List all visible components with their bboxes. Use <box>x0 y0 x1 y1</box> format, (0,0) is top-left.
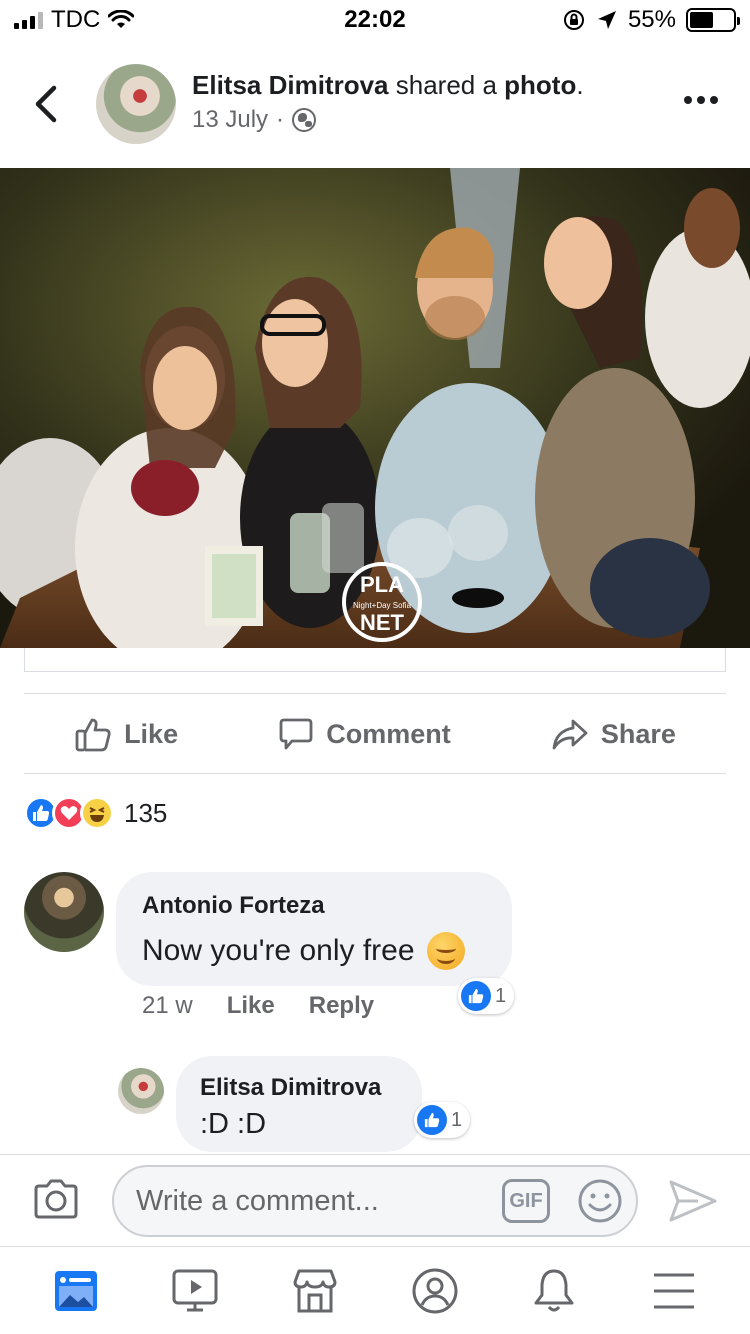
comment-input[interactable] <box>136 1167 496 1235</box>
status-bar: TDC 22:02 55% <box>0 0 750 40</box>
tab-menu[interactable] <box>644 1261 704 1321</box>
divider-bottom <box>24 773 726 774</box>
orientation-lock-icon <box>563 10 584 30</box>
post-title-punct: . <box>576 70 584 100</box>
svg-text:PLA: PLA <box>360 572 404 597</box>
notifications-icon <box>534 1269 574 1311</box>
smiling-face-icon <box>426 932 465 970</box>
post-actions-bar: Like Comment Share <box>24 694 726 774</box>
news-feed-icon <box>54 1270 97 1311</box>
tab-news-feed[interactable] <box>46 1261 106 1321</box>
post-date[interactable]: 13 July <box>192 106 268 134</box>
reply-author-avatar[interactable] <box>118 1068 164 1114</box>
emoji-icon[interactable] <box>576 1177 624 1225</box>
back-button[interactable] <box>30 84 64 124</box>
comment-author[interactable]: Antonio Forteza <box>142 892 325 920</box>
location-arrow-icon <box>597 11 616 29</box>
bottom-tab-bar <box>0 1246 750 1334</box>
watch-icon <box>172 1269 218 1311</box>
post-photo[interactable]: PLA Night+Day Sofia NET <box>0 168 750 648</box>
battery-percent: 55% <box>627 6 676 33</box>
post-title: Elitsa Dimitrova shared a photo. <box>192 70 584 101</box>
tab-watch[interactable] <box>165 1261 225 1321</box>
globe-icon <box>292 108 317 132</box>
svg-text:NET: NET <box>360 610 405 635</box>
svg-text:Night+Day Sofia: Night+Day Sofia <box>353 601 412 610</box>
share-icon <box>552 719 588 750</box>
gif-button[interactable]: GIF <box>502 1179 550 1223</box>
like-button-label: Like <box>124 718 179 749</box>
reactions-summary[interactable]: 135 <box>24 796 167 830</box>
reply-bubble[interactable]: Elitsa Dimitrova :D :D <box>176 1056 422 1152</box>
post-header: Elitsa Dimitrova shared a photo. 13 July… <box>0 40 750 168</box>
comment-input-wrapper: GIF <box>112 1165 638 1237</box>
reply-text: :D :D <box>200 1108 267 1140</box>
comment-reply-button[interactable]: Reply <box>309 992 374 1020</box>
photo-illustration: PLA Night+Day Sofia NET <box>0 168 750 648</box>
photo-link[interactable]: photo <box>504 70 576 100</box>
post-action-text: shared a <box>388 70 505 100</box>
comment-like-button[interactable]: Like <box>227 992 275 1020</box>
reaction-count: 135 <box>124 797 168 828</box>
commenter-avatar[interactable] <box>24 872 104 952</box>
haha-reaction-icon <box>80 796 114 830</box>
share-button[interactable]: Share <box>551 717 676 751</box>
share-button-label: Share <box>600 718 676 749</box>
comment-icon <box>279 718 313 750</box>
comment-button-label: Comment <box>326 718 451 749</box>
author-name-link[interactable]: Elitsa Dimitrova <box>192 70 389 100</box>
more-options-button[interactable] <box>684 96 718 104</box>
author-avatar[interactable] <box>96 64 176 144</box>
reply-like-number: 1 <box>451 1108 463 1131</box>
battery-icon <box>686 8 740 32</box>
meta-separator: · <box>276 106 285 133</box>
tab-notifications[interactable] <box>524 1261 584 1321</box>
comment-composer: GIF <box>0 1154 750 1246</box>
profile-icon <box>412 1268 458 1313</box>
reply-like-count[interactable]: 1 <box>414 1102 471 1138</box>
comment-bubble[interactable]: Antonio Forteza Now you're only free <box>116 872 512 986</box>
comment-like-count[interactable]: 1 <box>458 978 515 1014</box>
marketplace-icon <box>293 1269 337 1312</box>
thumbs-up-icon <box>75 718 111 752</box>
comment-time[interactable]: 21 w <box>142 992 193 1020</box>
photo-caption-box <box>24 648 726 672</box>
post-meta: 13 July · <box>192 106 317 134</box>
tab-profile[interactable] <box>405 1261 465 1321</box>
reply-author[interactable]: Elitsa Dimitrova <box>200 1074 381 1102</box>
camera-icon[interactable] <box>32 1177 80 1221</box>
comment-text: Now you're only free <box>142 932 465 970</box>
comment-meta: 21 w Like Reply <box>142 992 374 1020</box>
send-icon[interactable] <box>668 1179 718 1223</box>
comment-button[interactable]: Comment <box>278 716 451 752</box>
tab-marketplace[interactable] <box>285 1261 345 1321</box>
menu-icon <box>654 1273 695 1308</box>
like-button[interactable]: Like <box>74 715 178 753</box>
comment-like-number: 1 <box>495 984 507 1007</box>
status-bar-right: 55% <box>562 6 740 34</box>
comment-text-content: Now you're only free <box>142 934 415 967</box>
like-reaction-icon <box>417 1105 447 1135</box>
like-reaction-icon <box>461 981 491 1011</box>
